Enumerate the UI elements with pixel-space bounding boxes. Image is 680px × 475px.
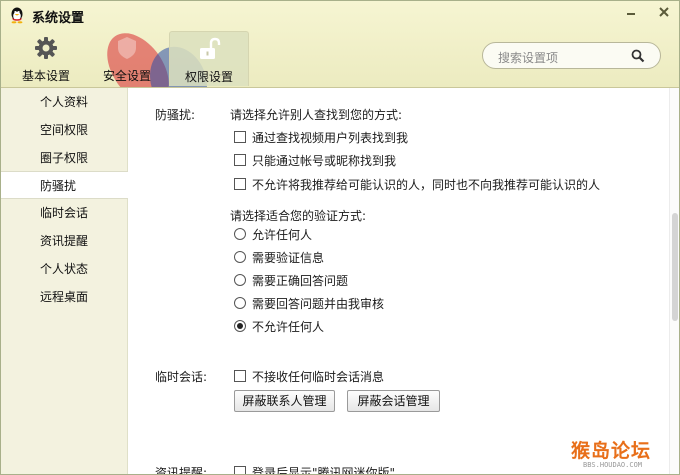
verify-need-message-radio[interactable]: 需要验证信息 [234,249,324,265]
gear-icon [33,35,59,61]
close-button[interactable] [649,1,679,23]
sidebar-item-profile[interactable]: 个人资料 [1,88,128,116]
verify-answer-question-radio[interactable]: 需要正确回答问题 [234,272,348,288]
news-reminder-label: 资讯提醒: [155,466,208,475]
find-method-prompt: 请选择允许别人查找到您的方式: [230,108,403,122]
watermark-logo-text: 猴岛论坛 [571,440,652,462]
sidebar-item-circle-permissions[interactable]: 圈子权限 [1,144,128,172]
settings-content: 防骚扰: 请选择允许别人查找到您的方式: 通过查找视频用户列表找到我 只能通过帐… [129,88,669,475]
sidebar-item-temp-session[interactable]: 临时会话 [1,199,128,227]
find-option-video-list-checkbox[interactable]: 通过查找视频用户列表找到我 [234,129,408,145]
sidebar-item-space-permissions[interactable]: 空间权限 [1,116,128,144]
checkbox-box[interactable] [234,466,246,474]
forum-watermark: 猴岛论坛 BBS.HOUDAO.COM [571,434,679,474]
verify-allow-none-radio[interactable]: 不允许任何人 [234,318,324,334]
radio-dot[interactable] [234,228,246,240]
block-contacts-button[interactable]: 屏蔽联系人管理 [234,390,335,412]
sidebar-item-remote-desktop[interactable]: 远程桌面 [1,283,128,311]
checkbox-box[interactable] [234,370,246,382]
search-input[interactable]: 搜索设置项 [482,42,661,69]
unlock-icon [196,36,222,62]
title-bar[interactable]: 系统设置 [1,1,679,29]
minimize-button[interactable] [616,1,646,23]
shield-icon [114,35,140,61]
settings-window: 系统设置 基本设置 安全设置 权限设置 搜索设置项 个人资料 空间权限 圈子权限… [0,0,680,475]
window-header: 系统设置 基本设置 安全设置 权限设置 搜索设置项 [1,1,679,88]
radio-label: 需要正确回答问题 [252,273,349,288]
qq-penguin-icon [8,6,26,24]
sidebar-item-anti-harassment[interactable]: 防骚扰 [1,171,128,199]
close-icon [659,7,669,17]
checkbox-label: 不接收任何临时会话消息 [252,369,385,384]
find-option-no-recommend-checkbox[interactable]: 不允许将我推荐给可能认识的人，同时也不向我推荐可能认识的人 [234,176,600,192]
block-sessions-button[interactable]: 屏蔽会话管理 [347,390,440,412]
radio-label: 允许任何人 [252,227,313,242]
radio-dot[interactable] [234,274,246,286]
window-title: 系统设置 [32,11,85,26]
checkbox-label: 只能通过帐号或昵称找到我 [252,153,397,168]
verify-allow-anyone-radio[interactable]: 允许任何人 [234,226,312,242]
sidebar-item-personal-status[interactable]: 个人状态 [1,255,128,283]
checkbox-label: 不允许将我推荐给可能认识的人，同时也不向我推荐可能认识的人 [252,177,601,192]
radio-label: 需要验证信息 [252,250,325,265]
reject-temp-session-checkbox[interactable]: 不接收任何临时会话消息 [234,368,384,384]
checkbox-label: 登录后显示"腾讯网迷你版" [252,465,396,475]
tab-security-settings[interactable]: 安全设置 [95,31,159,86]
radio-label: 需要回答问题并由我审核 [252,296,385,311]
radio-label: 不允许任何人 [252,319,325,334]
verify-answer-and-review-radio[interactable]: 需要回答问题并由我审核 [234,295,384,311]
tab-permission-settings-label: 权限设置 [184,70,233,84]
vertical-scrollbar[interactable] [669,88,679,474]
radio-dot-selected[interactable] [234,320,246,332]
search-placeholder: 搜索设置项 [498,51,559,65]
tab-basic-settings[interactable]: 基本设置 [15,31,77,86]
minimize-icon [627,13,635,15]
find-option-account-only-checkbox[interactable]: 只能通过帐号或昵称找到我 [234,152,396,168]
tab-permission-settings[interactable]: 权限设置 [169,31,249,86]
checkbox-box[interactable] [234,154,246,166]
verify-method-prompt: 请选择适合您的验证方式: [230,209,367,223]
temp-session-label: 临时会话: [155,370,208,384]
search-icon[interactable] [631,49,645,63]
tab-security-settings-label: 安全设置 [102,69,151,83]
checkbox-box[interactable] [234,131,246,143]
sidebar-item-news-reminder[interactable]: 资讯提醒 [1,227,128,255]
tab-basic-settings-label: 基本设置 [21,69,70,83]
radio-dot[interactable] [234,251,246,263]
anti-harassment-label: 防骚扰: [155,108,196,122]
watermark-url: BBS.HOUDAO.COM [583,461,643,469]
show-tencent-mini-checkbox[interactable]: 登录后显示"腾讯网迷你版" [234,464,396,475]
scrollbar-thumb[interactable] [672,213,678,321]
sidebar: 个人资料 空间权限 圈子权限 防骚扰 临时会话 资讯提醒 个人状态 远程桌面 [1,88,128,474]
radio-dot[interactable] [234,297,246,309]
checkbox-box[interactable] [234,178,246,190]
checkbox-label: 通过查找视频用户列表找到我 [252,130,409,145]
